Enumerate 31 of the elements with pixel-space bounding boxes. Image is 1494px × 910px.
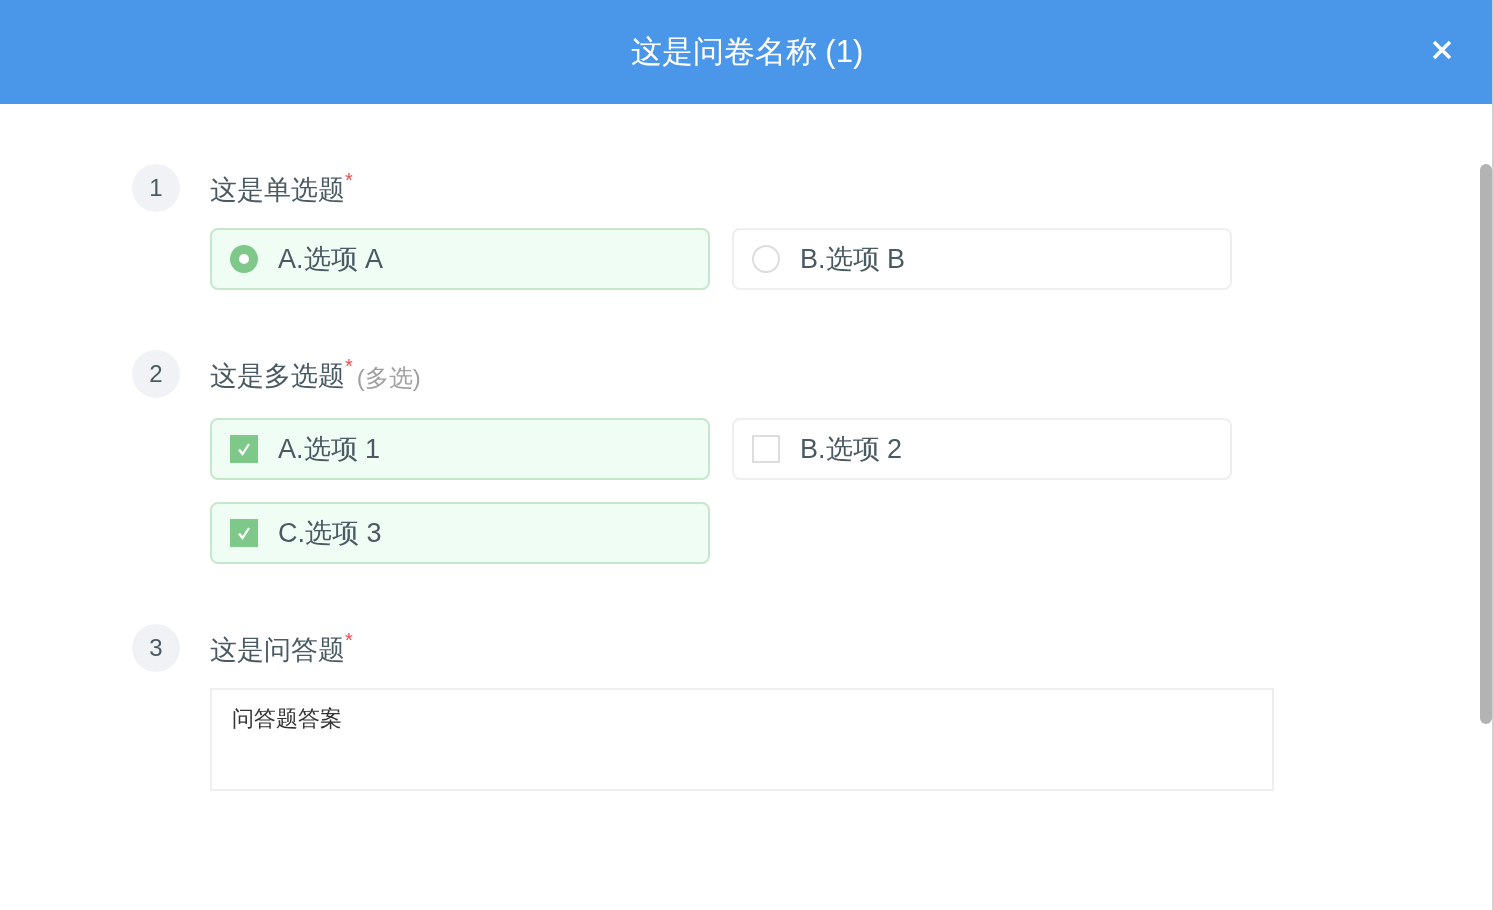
required-mark: * [345, 358, 353, 374]
answer-box[interactable]: 问答题答案 [210, 688, 1274, 791]
question-number: 1 [132, 164, 180, 212]
question-number: 3 [132, 624, 180, 672]
option-label: A.选项 1 [278, 432, 381, 466]
required-mark: * [345, 632, 353, 648]
option-label: B.选项 2 [800, 432, 903, 466]
option-label: A.选项 A [278, 242, 384, 276]
question-number: 2 [132, 350, 180, 398]
dialog-title: 这是问卷名称 (1) [630, 32, 864, 71]
question-title: 这是单选题 [210, 175, 345, 207]
radio-button[interactable] [230, 245, 258, 273]
question-title: 这是多选题 [210, 361, 345, 393]
close-button[interactable] [1430, 38, 1454, 62]
required-mark: * [345, 172, 353, 188]
checkmark-icon [236, 441, 252, 457]
checkbox[interactable] [752, 435, 780, 463]
checkmark-icon [236, 525, 252, 541]
radio-button[interactable] [752, 245, 780, 273]
scrollbar-thumb[interactable] [1480, 164, 1492, 724]
question-hint: (多选) [356, 363, 421, 393]
option-label: C.选项 3 [278, 516, 382, 550]
option-label: B.选项 B [800, 242, 906, 276]
option-card[interactable]: A.选项 1 [210, 418, 710, 480]
checkbox[interactable] [230, 519, 258, 547]
checkbox[interactable] [230, 435, 258, 463]
option-card[interactable]: B.选项 2 [732, 418, 1232, 480]
question-title: 这是问答题 [210, 635, 345, 667]
option-card[interactable]: C.选项 3 [210, 502, 710, 564]
option-card[interactable]: B.选项 B [732, 228, 1232, 290]
option-card[interactable]: A.选项 A [210, 228, 710, 290]
